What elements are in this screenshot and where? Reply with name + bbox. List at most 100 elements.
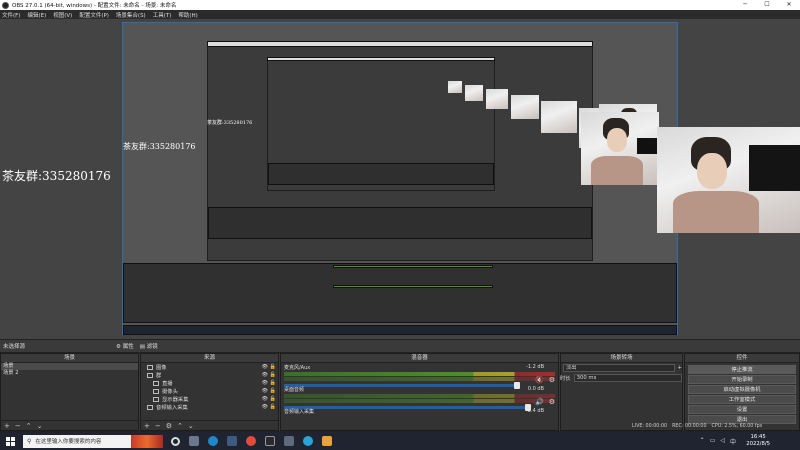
channel-name: 音频输入采集 [284, 409, 315, 415]
search-placeholder: 在这里输入你要搜索的内容 [35, 439, 102, 445]
studio-mode-button[interactable]: 工作室模式 [688, 395, 796, 404]
source-item[interactable]: 音频输入采集 👁 🔓 [141, 403, 278, 411]
eye-icon[interactable]: 👁 [262, 396, 268, 402]
gear-icon[interactable]: ⚙ [166, 422, 172, 430]
controls-dock: 控件 停止推流 开始录制 启动虚拟摄像机 工作室模式 设置 退出 [684, 353, 800, 431]
sources-toolbar: + − ⚙ ⌃ ⌄ [141, 420, 278, 430]
source-item[interactable]: 显示器采集 👁 🔓 [141, 395, 278, 403]
chevron-up-icon[interactable]: ⌃ [700, 437, 705, 446]
start-recording-button[interactable]: 开始录制 [688, 375, 796, 384]
mixer-header: 混音器 [281, 354, 558, 363]
add-source-button[interactable]: + [144, 422, 150, 430]
lock-icon[interactable]: 🔓 [270, 364, 276, 370]
app-icon[interactable] [265, 436, 275, 446]
network-icon[interactable]: ▭ [710, 437, 716, 446]
obs-taskbar-icon[interactable] [246, 436, 256, 446]
lock-icon[interactable]: 🔓 [270, 380, 276, 386]
source-item[interactable]: 直播 👁 🔓 [141, 379, 278, 387]
ime-icon[interactable]: 中 [730, 437, 736, 446]
app-icon[interactable] [284, 436, 294, 446]
source-item[interactable]: 图像 👁 🔓 [141, 363, 278, 371]
menu-edit[interactable]: 编辑(E) [27, 11, 46, 19]
system-tray: ⌃ ▭ ◁ 中 [700, 437, 736, 446]
transition-select[interactable]: 淡出 [563, 364, 675, 372]
stop-streaming-button[interactable]: 停止推流 [688, 365, 796, 374]
scene-item[interactable]: 场景 2 [1, 370, 138, 377]
lock-icon[interactable]: 🔓 [270, 396, 276, 402]
lock-icon[interactable]: 🔓 [270, 404, 276, 410]
group-number-text-nested: 茶友群:335280176 [123, 142, 196, 151]
source-item[interactable]: 群 👁 🔓 [141, 371, 278, 379]
group-number-text-nested-2: 茶友群:335280176 [207, 120, 253, 126]
speaker-icon[interactable]: 🔊 [535, 398, 544, 406]
remove-source-button[interactable]: − [155, 422, 161, 430]
mute-icon[interactable]: 🔇 [535, 376, 544, 384]
start-virtual-camera-button[interactable]: 启动虚拟摄像机 [688, 385, 796, 394]
sources-header: 来源 [141, 354, 278, 363]
windows-start-icon[interactable] [6, 436, 15, 446]
menu-scene-collection[interactable]: 场景集合(S) [116, 11, 146, 19]
remove-scene-button[interactable]: − [15, 422, 21, 430]
nested-taskbar [123, 325, 677, 335]
eye-icon[interactable]: 👁 [262, 404, 268, 410]
lock-icon[interactable]: 🔓 [270, 388, 276, 394]
camera-tile-3 [486, 89, 508, 109]
monitor-icon [153, 380, 159, 386]
duration-input[interactable]: 300 ms [573, 374, 682, 382]
filters-button[interactable]: ▤ 滤镜 [140, 342, 158, 350]
camera-tile-8 [581, 112, 659, 185]
app-icon[interactable] [322, 436, 332, 446]
cortana-icon[interactable] [171, 436, 180, 446]
mixer-channel: 桌面音频 0.0 dB 🔊 ⚙ [281, 385, 558, 411]
scene-item[interactable]: 场景 [1, 363, 138, 370]
window-title: OBS 27.0.1 (64-bit, windows) - 配置文件: 未命名… [12, 3, 177, 9]
task-view-icon[interactable] [189, 436, 199, 446]
move-up-icon[interactable]: ⌃ [177, 422, 183, 430]
channel-db: 0.0 dB [527, 386, 544, 392]
exit-button[interactable]: 退出 [688, 415, 796, 424]
menu-bar: 文件(F) 编辑(E) 视图(V) 配置文件(P) 场景集合(S) 工具(T) … [0, 10, 800, 19]
app-icon[interactable] [227, 436, 237, 446]
volume-meter [284, 399, 555, 403]
eye-icon[interactable]: 👁 [262, 372, 268, 378]
lock-icon[interactable]: 🔓 [270, 372, 276, 378]
menu-profile[interactable]: 配置文件(P) [79, 11, 109, 19]
app-icon[interactable] [303, 436, 313, 446]
minimize-icon[interactable]: ─ [734, 0, 756, 10]
move-down-icon[interactable]: ⌄ [37, 422, 43, 430]
settings-button[interactable]: 设置 [688, 405, 796, 414]
properties-button[interactable]: ⚙ 属性 [116, 342, 134, 350]
source-item[interactable]: 摄像头 👁 🔓 [141, 387, 278, 395]
close-icon[interactable]: ✕ [778, 0, 800, 10]
volume-icon[interactable]: ◁ [720, 437, 725, 446]
channel-db: -1.2 dB [526, 364, 544, 370]
camera-main [657, 127, 800, 233]
gear-icon[interactable]: ⚙ [549, 376, 555, 384]
move-up-icon[interactable]: ⌃ [26, 422, 32, 430]
edge-icon[interactable] [208, 436, 218, 446]
menu-view[interactable]: 视图(V) [53, 11, 72, 19]
menu-file[interactable]: 文件(F) [2, 11, 20, 19]
menu-tools[interactable]: 工具(T) [153, 11, 172, 19]
source-toolbar: 未选择源 ⚙ 属性 ▤ 滤镜 [0, 339, 800, 353]
taskbar-search[interactable]: ⚲ 在这里输入你要搜索的内容 [23, 434, 163, 448]
move-down-icon[interactable]: ⌄ [188, 422, 194, 430]
menu-help[interactable]: 帮助(H) [178, 11, 197, 19]
preview-area[interactable]: 茶友群:335280176 茶友群:335280176 茶友群:33528017… [0, 19, 800, 339]
gear-icon[interactable]: ⚙ [549, 398, 555, 406]
maximize-icon[interactable]: ☐ [756, 0, 778, 10]
nested-titlebar-1 [207, 41, 593, 47]
clock[interactable]: 16:45 2022/8/5 [746, 434, 770, 448]
eye-icon[interactable]: 👁 [262, 380, 268, 386]
add-scene-button[interactable]: + [4, 422, 10, 430]
live-timer: LIVE: 00:00:00 [632, 424, 668, 429]
rec-timer: REC: 00:00:00 [672, 424, 707, 429]
camera-tile-2 [465, 85, 483, 101]
eye-icon[interactable]: 👁 [262, 388, 268, 394]
duration-label: 时长 [560, 376, 571, 382]
eye-icon[interactable]: 👁 [262, 364, 268, 370]
clock-date: 2022/8/5 [746, 441, 770, 447]
obs-logo-icon [2, 1, 9, 9]
cpu-stats: CPU: 2.5%, 60.00 fps [711, 424, 763, 429]
add-transition-button[interactable]: + [678, 365, 682, 371]
